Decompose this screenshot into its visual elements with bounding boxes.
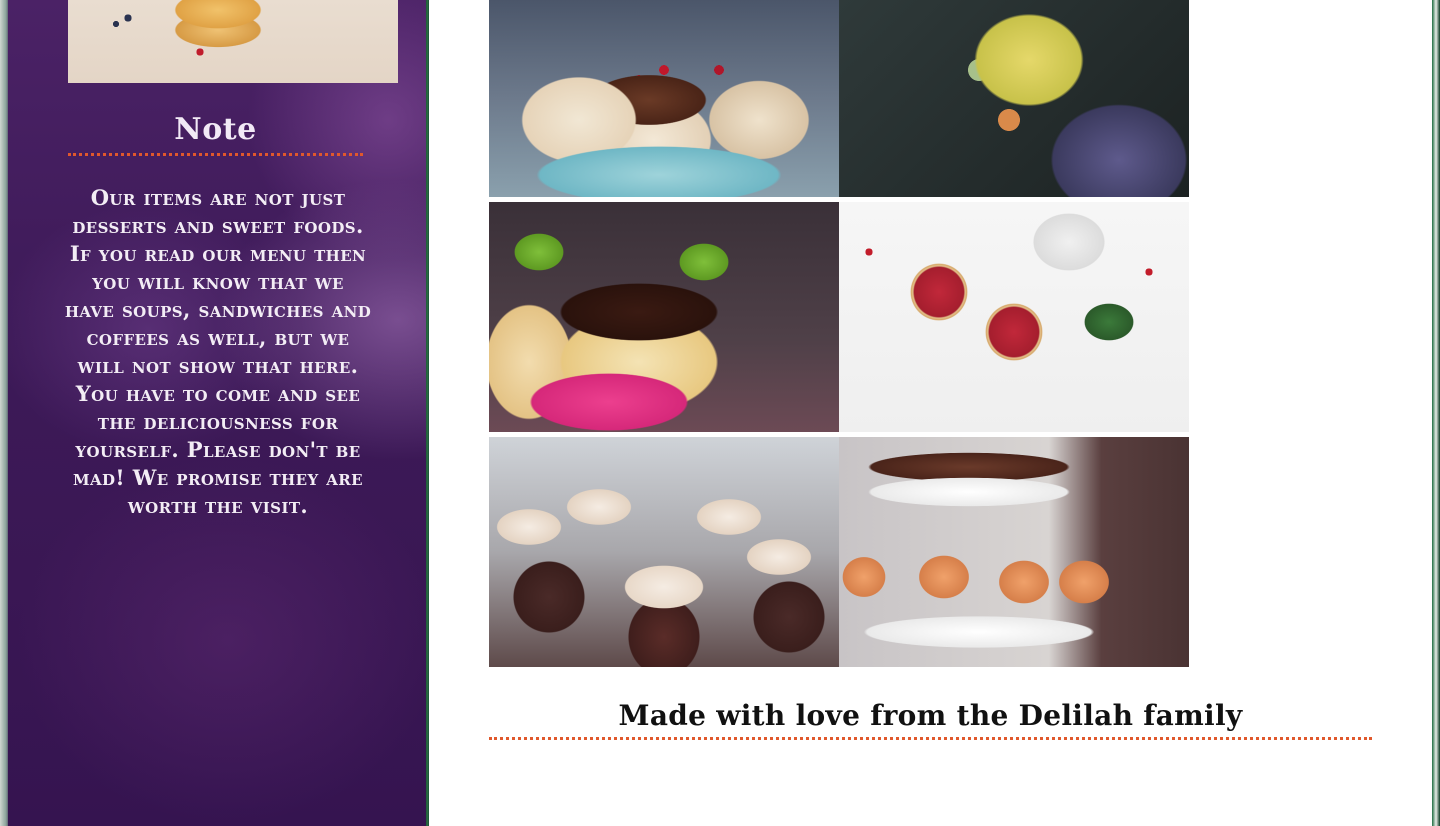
cupcakes-photo	[489, 437, 839, 667]
chocolate-drip-cakes-photo	[489, 0, 839, 197]
main-content: Made with love from the Delilah family	[429, 0, 1432, 826]
sidebar: Note Our items are not just desserts and…	[8, 0, 426, 826]
cake-stand-photo	[839, 437, 1189, 667]
macarons-bowl-photo	[839, 0, 1189, 197]
kiwi-cheesecake-photo	[489, 202, 839, 432]
footer-tagline: Made with love from the Delilah family	[618, 699, 1243, 732]
berry-pies-photo	[839, 202, 1189, 432]
pancakes-photo	[68, 0, 398, 83]
footer-divider	[489, 737, 1372, 740]
note-divider	[68, 153, 363, 156]
note-title: Note	[174, 112, 257, 147]
note-text: Our items are not just desserts and swee…	[64, 185, 372, 518]
